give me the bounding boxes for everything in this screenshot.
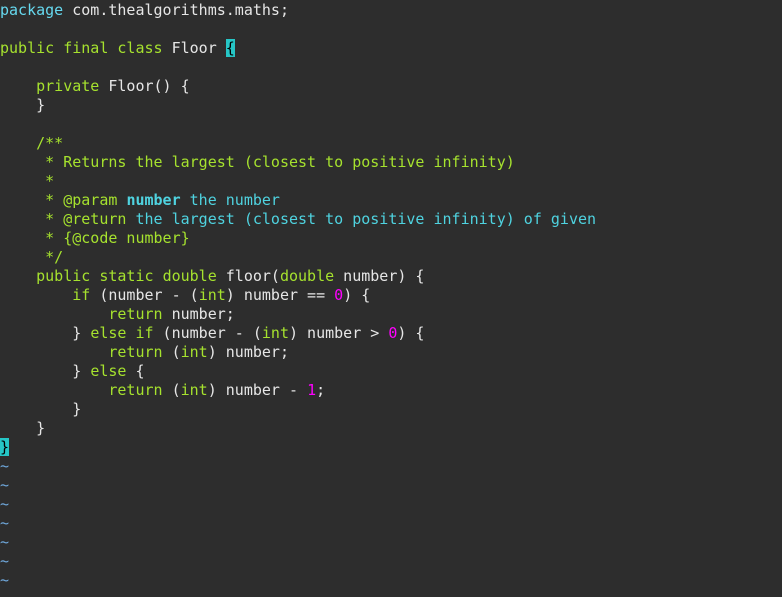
code-token: } bbox=[0, 400, 82, 418]
empty-line-marker: ~ bbox=[0, 495, 10, 513]
code-token: package bbox=[0, 1, 64, 19]
code-line[interactable]: * {@code number} bbox=[0, 229, 190, 248]
code-token: * @param bbox=[0, 191, 127, 209]
code-token: } bbox=[0, 362, 91, 380]
code-token: 0 bbox=[334, 286, 344, 304]
code-token: if bbox=[135, 324, 154, 342]
code-line[interactable]: if (number - (int) number == 0) { bbox=[0, 286, 370, 305]
matched-brace: { bbox=[225, 39, 235, 57]
code-token: (number - ( bbox=[90, 286, 199, 304]
code-line[interactable]: } else if (number - (int) number > 0) { bbox=[0, 324, 424, 343]
code-line[interactable]: } bbox=[0, 400, 81, 419]
empty-line-marker: ~ bbox=[0, 552, 10, 570]
code-token: (number - ( bbox=[153, 324, 262, 342]
code-token: ) number > bbox=[289, 324, 389, 342]
code-token: ; bbox=[316, 381, 326, 399]
empty-line-marker: ~ bbox=[0, 514, 10, 532]
code-line[interactable]: */ bbox=[0, 248, 63, 267]
code-token: } bbox=[0, 96, 46, 114]
code-token: return bbox=[108, 343, 163, 361]
code-token: com.thealgorithms.maths; bbox=[63, 1, 289, 19]
code-token: * @return bbox=[0, 210, 136, 228]
code-line[interactable]: return (int) number - 1; bbox=[0, 381, 325, 400]
code-line[interactable]: } bbox=[0, 419, 45, 438]
empty-line-marker: ~ bbox=[0, 571, 10, 589]
code-token: number) { bbox=[334, 267, 425, 285]
code-line[interactable]: private Floor() { bbox=[0, 77, 190, 96]
code-line[interactable]: return number; bbox=[0, 305, 235, 324]
code-line[interactable]: * @return the largest (closest to positi… bbox=[0, 210, 596, 229]
matched-brace: } bbox=[0, 438, 10, 456]
code-token: return bbox=[108, 305, 163, 323]
code-token: number; bbox=[162, 305, 235, 323]
code-token: static bbox=[99, 267, 154, 285]
code-token: double bbox=[279, 267, 335, 285]
code-token: { bbox=[126, 362, 145, 380]
code-line[interactable]: } bbox=[0, 438, 10, 457]
code-token: public bbox=[0, 39, 55, 57]
code-token: else bbox=[90, 362, 127, 380]
code-token: /** bbox=[0, 134, 64, 152]
code-token: ( bbox=[162, 343, 181, 361]
code-token: 1 bbox=[307, 381, 317, 399]
code-token: ) number; bbox=[207, 343, 289, 361]
code-token: else bbox=[90, 324, 127, 342]
code-token: Floor bbox=[162, 39, 226, 57]
code-token: floor( bbox=[216, 267, 280, 285]
empty-line-marker: ~ bbox=[0, 457, 10, 475]
code-token: if bbox=[72, 286, 91, 304]
code-token: ) number == bbox=[225, 286, 335, 304]
code-token: * bbox=[0, 172, 55, 190]
code-editor[interactable]: package com.thealgorithms.maths; public f… bbox=[0, 0, 782, 597]
code-line[interactable]: * Returns the largest (closest to positi… bbox=[0, 153, 515, 172]
code-line[interactable]: /** bbox=[0, 134, 63, 153]
code-token: double bbox=[162, 267, 217, 285]
code-token: * {@code number} bbox=[0, 229, 190, 247]
code-token: final bbox=[63, 39, 109, 57]
code-token: } bbox=[0, 419, 46, 437]
code-token: ) { bbox=[343, 286, 371, 304]
code-token: * Returns the largest (closest to positi… bbox=[0, 153, 515, 171]
code-token: ) { bbox=[397, 324, 425, 342]
code-token: ) number - bbox=[207, 381, 308, 399]
code-line[interactable]: } bbox=[0, 96, 45, 115]
code-line[interactable]: public final class Floor { bbox=[0, 39, 235, 58]
code-token: number bbox=[126, 191, 181, 209]
code-token: the largest (closest to positive infinit… bbox=[135, 210, 597, 228]
code-token: int bbox=[180, 343, 208, 361]
code-token: return bbox=[108, 381, 163, 399]
code-token: */ bbox=[0, 248, 64, 266]
code-token: the number bbox=[180, 191, 280, 209]
code-line[interactable]: * bbox=[0, 172, 54, 191]
code-line[interactable]: package com.thealgorithms.maths; bbox=[0, 1, 289, 20]
code-token: ( bbox=[162, 381, 181, 399]
code-token: int bbox=[198, 286, 226, 304]
code-token: int bbox=[180, 381, 208, 399]
empty-line-marker: ~ bbox=[0, 476, 10, 494]
code-token: public bbox=[36, 267, 91, 285]
code-line[interactable]: public static double floor(double number… bbox=[0, 267, 424, 286]
empty-line-marker: ~ bbox=[0, 533, 10, 551]
code-token: class bbox=[117, 39, 163, 57]
code-token: Floor() { bbox=[99, 77, 190, 95]
code-line[interactable]: } else { bbox=[0, 362, 145, 381]
code-line[interactable]: * @param number the number bbox=[0, 191, 280, 210]
code-token: } bbox=[0, 324, 91, 342]
code-token: int bbox=[261, 324, 289, 342]
code-token: private bbox=[36, 77, 100, 95]
code-line[interactable]: return (int) number; bbox=[0, 343, 289, 362]
